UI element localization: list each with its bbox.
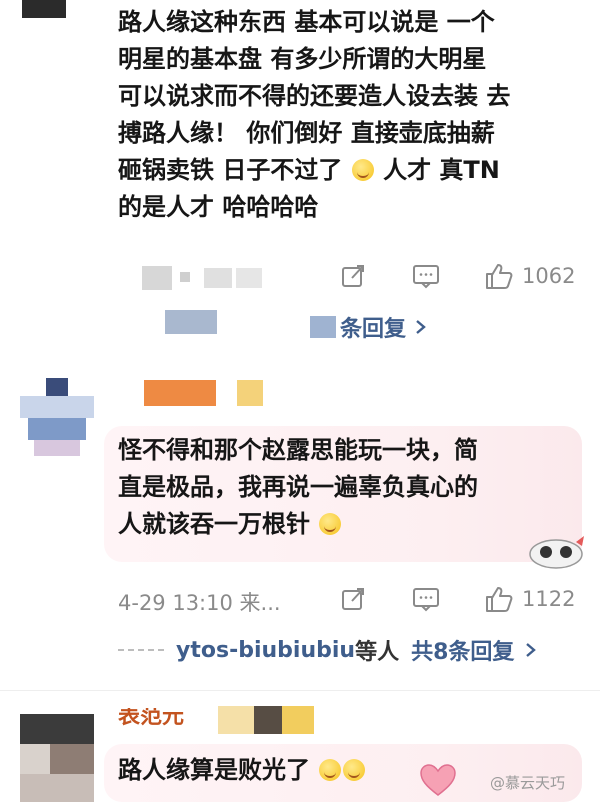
decorative-sticker-icon bbox=[529, 536, 584, 569]
comment-button[interactable] bbox=[412, 586, 440, 612]
blurred-timestamp bbox=[118, 262, 278, 290]
blurred-badge bbox=[237, 380, 263, 406]
share-icon bbox=[342, 588, 364, 610]
share-button[interactable] bbox=[340, 263, 366, 289]
thumbs-up-icon bbox=[486, 264, 513, 289]
comment-2-line-part: 人就该吞一万根针 bbox=[118, 510, 310, 538]
chevron-right-icon bbox=[416, 320, 426, 334]
watermark: @慕云天巧 bbox=[490, 772, 565, 793]
blurred-reply-users bbox=[165, 310, 217, 334]
like-button[interactable]: 1122 bbox=[484, 585, 575, 613]
blurred-username bbox=[144, 380, 216, 406]
replies-link-label: 条回复 bbox=[340, 317, 407, 342]
reply-count[interactable]: 共8条回复 bbox=[411, 634, 514, 666]
comment-2-line: 怪不得和那个赵露思能玩一块，简 bbox=[118, 436, 478, 464]
watermark-text: @慕云天巧 bbox=[490, 774, 566, 792]
share-icon bbox=[342, 265, 364, 287]
comment-1-text: 路人缘这种东西 基本可以说是 一个 明星的基本盘 有多少所谓的大明星 可以说求而… bbox=[118, 4, 588, 226]
reply-users[interactable]: ytos-biubiubiu bbox=[176, 638, 355, 663]
laugh-emoji-icon bbox=[343, 759, 366, 781]
comment-2-line: 直是极品，我再说一遍辜负真心的 bbox=[118, 473, 478, 501]
comment-2-line: 人就该吞一万根针 bbox=[118, 506, 578, 543]
comment-1-line: 的是人才 哈哈哈哈 bbox=[118, 193, 319, 221]
comment-1-line: 可以说求而不得的还要造人设去装 去 bbox=[118, 82, 511, 110]
comment-1-line: 明星的基本盘 有多少所谓的大明星 bbox=[118, 45, 487, 73]
divider bbox=[0, 690, 600, 691]
comment-3-text: 路人缘算是败光了 bbox=[118, 752, 366, 789]
reply-users-suffix: 等人 bbox=[355, 640, 400, 665]
blurred-badge bbox=[218, 706, 314, 734]
replies-row[interactable]: ytos-biubiubiu 等人 共8条回复 bbox=[118, 634, 540, 666]
like-count: 1062 bbox=[522, 264, 576, 288]
comment-3-username-text: 表范元 bbox=[118, 708, 185, 726]
replies-dashed-line bbox=[118, 649, 164, 651]
avatar-2[interactable] bbox=[20, 378, 94, 458]
comment-1-line: 路人缘这种东西 基本可以说是 一个 bbox=[118, 8, 495, 36]
decorative-heart-icon bbox=[420, 764, 456, 796]
share-button[interactable] bbox=[340, 586, 366, 612]
comment-3-line: 路人缘算是败光了 bbox=[118, 756, 310, 784]
avatar-3[interactable] bbox=[20, 714, 94, 802]
replies-link[interactable]: 条回复 bbox=[310, 311, 430, 343]
comment-1-line-part: 砸锅卖铁 日子不过了 bbox=[118, 156, 343, 184]
laugh-cry-emoji-icon bbox=[351, 159, 374, 181]
comment-icon bbox=[413, 588, 439, 612]
like-button[interactable]: 1062 bbox=[484, 262, 575, 290]
comment-2-timestamp: 4-29 13:10 来... bbox=[118, 591, 281, 615]
laugh-emoji-icon bbox=[319, 759, 342, 781]
thumbs-up-icon bbox=[486, 587, 513, 612]
comment-button[interactable] bbox=[412, 263, 440, 289]
comment-3-username[interactable]: 表范元 bbox=[118, 708, 184, 726]
chevron-right-icon bbox=[526, 643, 537, 657]
smile-emoji-icon bbox=[319, 513, 342, 535]
comment-1-line-part: 人才 真TN bbox=[383, 156, 500, 184]
avatar-1[interactable] bbox=[22, 0, 66, 18]
comment-icon bbox=[413, 265, 439, 289]
blurred-reply-count bbox=[310, 316, 336, 338]
comment-2-text: 怪不得和那个赵露思能玩一块，简 直是极品，我再说一遍辜负真心的 人就该吞一万根针 bbox=[118, 432, 578, 543]
comment-1-line: 搏路人缘！ 你们倒好 直接壶底抽薪 bbox=[118, 119, 495, 147]
comment-1-line: 砸锅卖铁 日子不过了 人才 真TN bbox=[118, 152, 588, 189]
like-count: 1122 bbox=[522, 587, 576, 611]
